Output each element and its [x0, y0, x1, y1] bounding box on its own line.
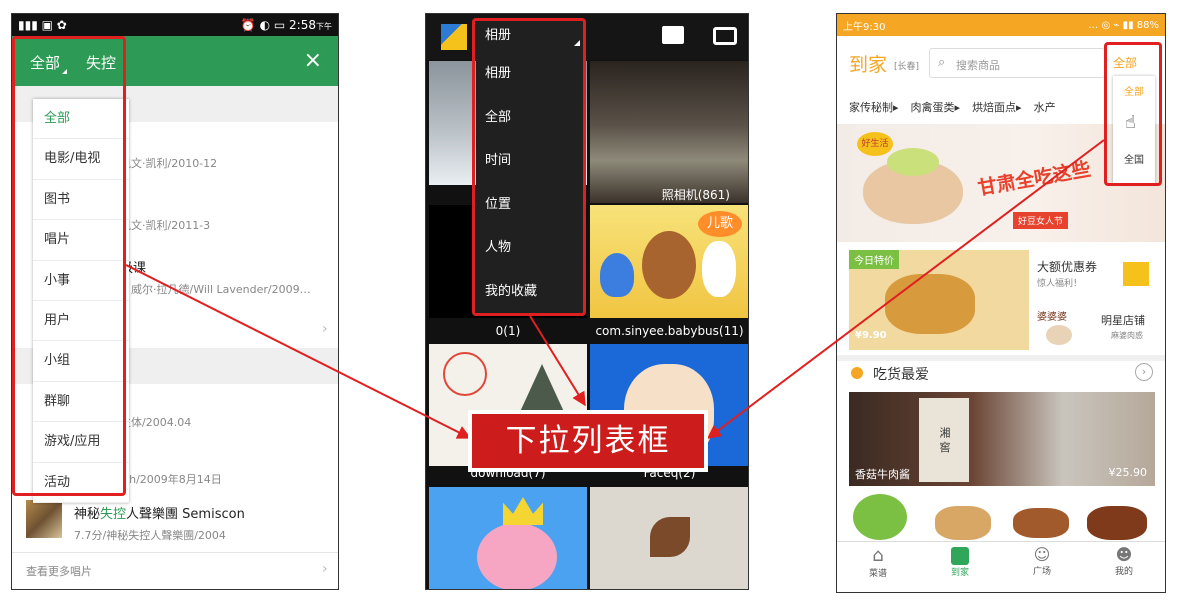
category-item[interactable]: 家传秘制▸: [849, 99, 899, 115]
section-divider: [837, 355, 1165, 361]
tabbar-divider: [837, 541, 1165, 542]
status-ampm: 下午: [316, 22, 332, 31]
coupon-icon: [1123, 262, 1149, 286]
status-bar: ▮▮▮ ▣ ✿ ⏰ ◐ ▭ 2:58下午: [12, 14, 338, 36]
jar-label: 湘 窖: [919, 398, 969, 482]
folder-thumbnail[interactable]: 儿歌: [590, 205, 748, 318]
deal-price: ¥9.90: [855, 330, 887, 341]
status-bar: 上午9:30 … ◎ ⌁ ▮▮ 88%: [837, 14, 1165, 36]
coupon-subtitle: 惊人福利！: [1037, 279, 1083, 289]
chevron-right-icon[interactable]: ›: [1135, 363, 1153, 381]
dish-image: [935, 506, 991, 540]
tab-mine[interactable]: ☻ 我的: [1083, 545, 1165, 577]
tab-recipes[interactable]: ⌂ 菜谱: [837, 545, 919, 579]
cart-button[interactable]: [853, 494, 907, 540]
gallery-app-icon: [441, 24, 467, 50]
result-meta: 凯文·凯利/2010-12: [120, 157, 218, 170]
leaf-art: [650, 517, 690, 557]
folder-thumbnail[interactable]: [590, 487, 748, 589]
album-cover[interactable]: [26, 500, 62, 538]
tab-plaza[interactable]: ☺ 广场: [1001, 545, 1083, 577]
result-meta: 凯文·凯利/2011-3: [120, 219, 211, 232]
search-input[interactable]: ⌕ 搜索商品: [929, 48, 1105, 78]
album-title[interactable]: 神秘失控人聲樂團 Semiscon: [74, 503, 245, 522]
wifi-icon: … ◎ ⌁ ▮▮: [1088, 19, 1137, 31]
peppa-pig-figure: [477, 523, 557, 589]
category-item[interactable]: 肉禽蛋类▸: [911, 99, 961, 115]
face-icon: ☻: [1115, 545, 1133, 564]
status-time: 上午9:30: [843, 21, 886, 33]
status-time: 2:58: [289, 18, 316, 32]
folder-label: com.sinyee.babybus(11): [595, 324, 744, 338]
result-meta: 生体/2004.04: [120, 416, 192, 429]
banner-slogan: 甘肃全吃这些: [976, 158, 1093, 200]
garnish-image: [887, 148, 939, 176]
bag-icon: [951, 547, 969, 565]
camera-icon[interactable]: [713, 27, 737, 45]
alarm-icon: ⏰ ◐ ▭: [240, 18, 290, 32]
folder-thumbnail[interactable]: [429, 487, 587, 589]
monkey-figure: [642, 231, 696, 299]
penguin-figure: [600, 253, 634, 297]
search-placeholder: 搜索商品: [956, 59, 1000, 72]
pastry-image: [885, 274, 975, 334]
new-folder-icon[interactable]: [662, 26, 684, 44]
dish-image: [1013, 508, 1069, 538]
folder-label: 照相机(861): [661, 188, 730, 202]
product-name: 香菇牛肉酱: [855, 468, 910, 481]
home-icon: ⌂: [872, 545, 884, 566]
deal-label: 今日特价: [849, 250, 899, 269]
album-meta: 7.7分/神秘失控人聲樂團/2004: [74, 529, 226, 542]
product-card[interactable]: 湘 窖 香菇牛肉酱 ¥25.90: [849, 392, 1155, 486]
section-title: 吃货最爱: [873, 367, 929, 383]
dish-image: [1087, 506, 1147, 540]
battery-level: 88%: [1136, 19, 1159, 31]
search-icon: ⌕: [938, 55, 946, 70]
banner-tag: 好豆女人节: [1013, 212, 1069, 229]
highlight-box: [472, 18, 586, 316]
category-item[interactable]: 烘焙面点▸: [972, 99, 1022, 115]
more-albums-link[interactable]: 查看更多唱片: [26, 563, 92, 579]
store-logo: 婆婆婆: [1037, 312, 1067, 323]
product-price: ¥25.90: [1108, 466, 1148, 479]
city-selector[interactable]: [长春]: [894, 59, 919, 72]
highlight-box: [1104, 42, 1162, 186]
sun-drawing: [443, 352, 487, 396]
chevron-right-icon: ›: [322, 321, 328, 337]
tree-drawing: [519, 364, 565, 414]
banner-badge: 好生活: [857, 132, 893, 156]
store-title[interactable]: 明星店铺: [1101, 312, 1145, 328]
chevron-right-icon: ›: [322, 561, 328, 577]
category-item[interactable]: 水产: [1034, 99, 1056, 115]
tab-daojia[interactable]: 到家: [919, 545, 1001, 578]
signal-icon: ▮▮▮ ▣ ✿: [18, 18, 67, 32]
people-icon: ☺: [1033, 545, 1051, 564]
divider: [12, 552, 338, 553]
crown-figure: [503, 497, 543, 525]
folder-thumbnail[interactable]: [590, 61, 748, 203]
result-meta: ich/2009年8月14日: [120, 473, 222, 486]
brand-logo: 到家: [849, 54, 888, 76]
callout-text: 下拉列表框: [472, 414, 704, 468]
close-icon[interactable]: ×: [304, 48, 322, 73]
folder-label: 0(1): [495, 324, 521, 338]
highlight-box: [12, 36, 126, 496]
coupon-title[interactable]: 大额优惠券: [1037, 258, 1097, 275]
section-icon: [851, 367, 863, 379]
store-image: [1046, 325, 1072, 345]
rabbit-figure: [702, 241, 736, 297]
song-sticker: 儿歌: [698, 211, 742, 237]
store-subtitle: 麻婆肉惑: [1111, 331, 1143, 340]
result-meta: ）威尔·拉凡德/Will Lavender/2009…: [120, 283, 311, 296]
daily-deal-card[interactable]: 今日特价 ¥9.90: [849, 250, 1029, 350]
callout-label: 下拉列表框: [468, 410, 708, 472]
